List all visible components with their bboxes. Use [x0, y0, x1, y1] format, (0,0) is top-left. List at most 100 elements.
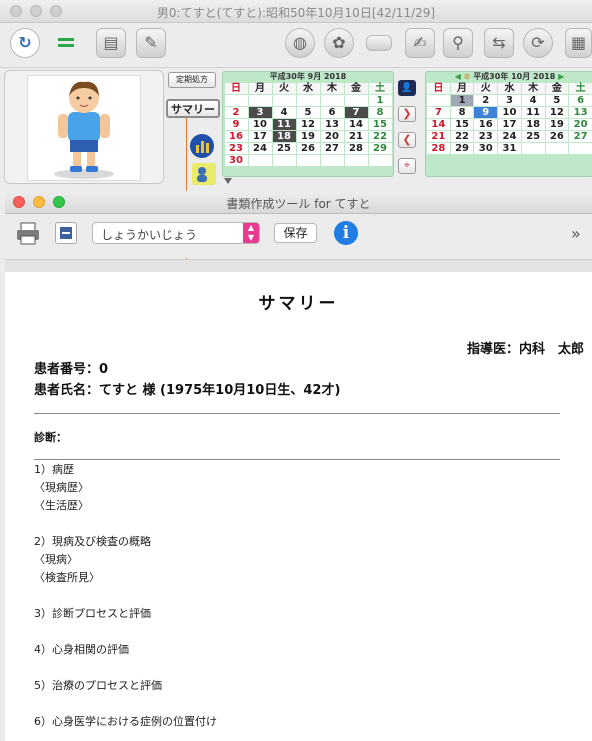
save-button[interactable]: 保存 — [274, 223, 317, 243]
calendar-day[interactable]: 25 — [521, 131, 545, 142]
calendar-day[interactable]: 17 — [498, 119, 521, 130]
refresh-icon[interactable]: ⟳ — [523, 28, 553, 58]
calendar-day[interactable]: 31 — [498, 143, 521, 154]
calendar-day[interactable]: 12 — [545, 107, 569, 118]
toolbar-overflow-icon[interactable]: » — [571, 224, 581, 243]
cal-prev-arrow-icon[interactable]: ◀ — [455, 72, 461, 81]
clipboard-icon[interactable]: ✎ — [136, 28, 166, 58]
summary-sections: 1）病歴 〈現病歴〉 〈生活歴〉 2）現病及び検査の概略 〈現病〉 〈検査所見〉 3）診断プ… — [34, 461, 217, 731]
people-search-icon[interactable]: ⚲ — [443, 28, 473, 58]
bar-chart-icon[interactable] — [190, 134, 214, 158]
calendar-day[interactable]: 6 — [569, 95, 592, 106]
calendar-empty-cell — [320, 155, 344, 166]
calendar-day[interactable]: 21 — [427, 131, 450, 142]
calendar-day[interactable]: 20 — [569, 119, 592, 130]
calendar-day[interactable]: 17 — [248, 131, 272, 142]
calendar-day[interactable]: 14 — [427, 119, 450, 130]
calendar-day[interactable]: 5 — [545, 95, 569, 106]
calendar-day[interactable]: 21 — [344, 131, 368, 142]
calendar-day[interactable]: 18 — [272, 131, 296, 142]
summary-line: 5）治療のプロセスと評価 — [34, 679, 162, 692]
calendar-day[interactable]: 14 — [344, 119, 368, 130]
calendar-october: ◀ ⊙ 平成30年 10月 2018 ▶ 日月火水木金土 1 2 3 4 5 6 7 8 9 10 1… — [425, 71, 592, 177]
calendar-day[interactable]: 22 — [450, 131, 474, 142]
location-pin-icon[interactable]: ⌖ — [398, 158, 416, 174]
document-icon[interactable]: ▦ — [565, 28, 592, 58]
calendar-day[interactable]: 30 — [474, 143, 498, 154]
calendar-day[interactable]: 1 — [368, 95, 392, 106]
main-title-bar: 男0:てすと(てすと):昭和50年10月10日[42/11/29] — [0, 0, 592, 23]
calendar-person-icon[interactable]: 👤 — [398, 80, 416, 96]
calendar-day[interactable]: 30 — [224, 155, 248, 166]
chart-record-icon[interactable]: ▤ — [96, 28, 126, 58]
calendar-day[interactable]: 19 — [545, 119, 569, 130]
palette-icon[interactable]: ✿ — [324, 28, 354, 58]
printer-icon[interactable] — [15, 220, 41, 246]
prev-month-icon[interactable]: ❮ — [398, 132, 416, 148]
calendar-day[interactable]: 4 — [272, 107, 296, 118]
calendar-day[interactable]: 8 — [450, 107, 474, 118]
summary-line: 〈現病〉 — [34, 553, 78, 566]
document-editor[interactable]: サマリー 指導医：内科 太郎 患者番号：0 患者氏名：てすと 様 (1975年1… — [5, 272, 592, 741]
teiki-prescription-button[interactable]: 定期処方 — [168, 72, 216, 88]
calendar-day[interactable]: 8 — [368, 107, 392, 118]
calendar-day[interactable]: 3 — [248, 107, 272, 118]
next-month-icon[interactable]: ❯ — [398, 106, 416, 122]
transfer-icon[interactable]: ⇆ — [484, 28, 514, 58]
calendar-day[interactable]: 12 — [296, 119, 320, 130]
calendar-day[interactable]: 11 — [272, 119, 296, 130]
calendar-day[interactable]: 24 — [248, 143, 272, 154]
calendar-day[interactable]: 28 — [427, 143, 450, 154]
calendar-day[interactable]: 13 — [569, 107, 592, 118]
menu-lines-icon[interactable] — [52, 28, 82, 58]
cal-next-arrow-icon[interactable]: ▶ — [558, 72, 564, 81]
calendar-day[interactable]: 15 — [450, 119, 474, 130]
calendar-day[interactable]: 26 — [545, 131, 569, 142]
calendar-day[interactable]: 10 — [248, 119, 272, 130]
scanner-icon[interactable] — [55, 222, 77, 244]
calendar-day[interactable]: 16 — [474, 119, 498, 130]
calendar-day[interactable]: 18 — [521, 119, 545, 130]
document-edit-icon[interactable]: ✍ — [405, 28, 435, 58]
weekday-header: 水 — [296, 83, 320, 94]
calendar-day[interactable]: 9 — [224, 119, 248, 130]
calendar-day[interactable]: 26 — [296, 143, 320, 154]
calendar-day[interactable]: 6 — [320, 107, 344, 118]
calendar-day[interactable]: 2 — [474, 95, 498, 106]
calendar-day[interactable]: 27 — [320, 143, 344, 154]
calendar-day[interactable]: 9 — [474, 107, 498, 118]
calendar-day[interactable]: 25 — [272, 143, 296, 154]
calendar-day[interactable]: 2 — [224, 107, 248, 118]
main-toolbar: ↻ ▤ ✎ ◍ ✿ ✍ ⚲ ⇆ ⟳ ▦ — [0, 23, 592, 68]
calendar-day[interactable]: 5 — [296, 107, 320, 118]
calendar-day[interactable]: 24 — [498, 131, 521, 142]
cal-pin-icon[interactable]: ⊙ — [464, 72, 471, 81]
app-logo-icon[interactable]: ↻ — [10, 28, 40, 58]
calendar-day[interactable]: 15 — [368, 119, 392, 130]
calendar-day[interactable]: 16 — [224, 131, 248, 142]
calendar-day[interactable]: 7 — [344, 107, 368, 118]
calendar-day[interactable]: 29 — [368, 143, 392, 154]
calendar-expand-icon[interactable] — [224, 178, 232, 184]
calendar-day[interactable]: 4 — [521, 95, 545, 106]
calendar-day[interactable]: 3 — [498, 95, 521, 106]
info-icon[interactable]: i — [334, 221, 358, 245]
eraser-icon[interactable] — [366, 35, 392, 51]
summary-button[interactable]: サマリー — [166, 99, 220, 118]
calendar-day[interactable]: 23 — [224, 143, 248, 154]
calendar-day[interactable]: 11 — [521, 107, 545, 118]
person-search-icon[interactable] — [192, 163, 216, 185]
globe-icon[interactable]: ◍ — [285, 28, 315, 58]
calendar-day[interactable]: 1 — [450, 95, 474, 106]
calendar-day[interactable]: 29 — [450, 143, 474, 154]
calendar-day[interactable]: 20 — [320, 131, 344, 142]
calendar-day[interactable]: 10 — [498, 107, 521, 118]
calendar-day[interactable]: 27 — [569, 131, 592, 142]
calendar-day[interactable]: 19 — [296, 131, 320, 142]
document-type-select[interactable]: しょうかいじょう ▲ ▼ — [92, 222, 260, 244]
calendar-day[interactable]: 13 — [320, 119, 344, 130]
calendar-day[interactable]: 28 — [344, 143, 368, 154]
calendar-day[interactable]: 22 — [368, 131, 392, 142]
calendar-day[interactable]: 7 — [427, 107, 450, 118]
calendar-day[interactable]: 23 — [474, 131, 498, 142]
